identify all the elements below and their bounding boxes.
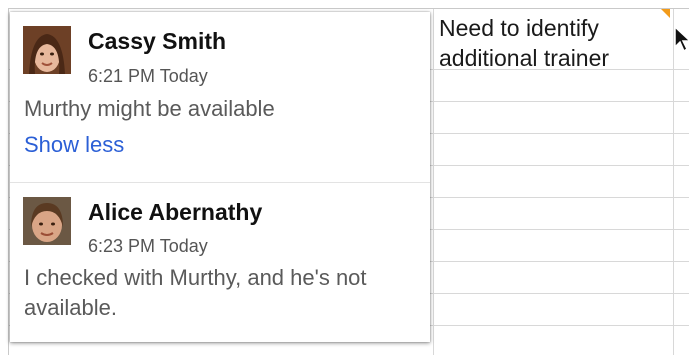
- comment-indicator-icon[interactable]: [661, 9, 670, 18]
- comment-timestamp: 6:21 PM Today: [88, 66, 208, 86]
- comment-author: Cassy Smith: [88, 28, 227, 54]
- comment-item: Cassy Smith 6:21 PM Today Murthy might b…: [10, 12, 430, 182]
- column-divider: [673, 9, 674, 355]
- comment-thread-popup: Cassy Smith 6:21 PM Today Murthy might b…: [10, 12, 430, 342]
- comment-text: I checked with Murthy, and he's not avai…: [24, 265, 367, 320]
- show-less-link[interactable]: Show less: [24, 132, 124, 158]
- comment-timestamp: 6:23 PM Today: [88, 236, 208, 256]
- avatar: [23, 197, 71, 245]
- avatar: [23, 26, 71, 74]
- comment-item: Alice Abernathy 6:23 PM Today I checked …: [10, 182, 430, 343]
- column-divider: [433, 9, 434, 355]
- comment-author: Alice Abernathy: [88, 199, 263, 225]
- mouse-pointer-icon: [674, 25, 689, 53]
- comment-text: Murthy might be available: [24, 96, 275, 121]
- cell-comment-target[interactable]: Need to identify additional trainer: [439, 13, 669, 73]
